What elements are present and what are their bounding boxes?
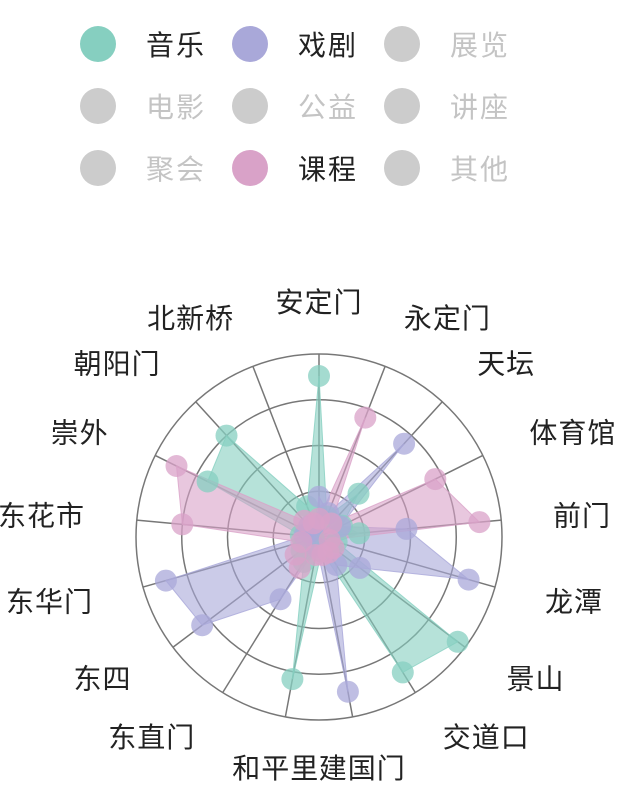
- data-point: [348, 522, 371, 545]
- data-point: [154, 569, 177, 592]
- axis-label: 景山: [507, 663, 565, 696]
- legend-label: 戏剧: [298, 29, 359, 62]
- legend-label: 讲座: [450, 91, 511, 124]
- legend-dot: [80, 88, 116, 124]
- legend-item-6[interactable]: 讲座: [384, 86, 510, 126]
- axis-label: 东四: [73, 663, 131, 696]
- axis-label: 建国门: [319, 752, 406, 785]
- legend-item-9[interactable]: 其他: [384, 148, 510, 188]
- legend-dot: [232, 150, 268, 186]
- legend-dot: [232, 26, 268, 62]
- data-point: [215, 424, 238, 447]
- data-point: [391, 661, 414, 684]
- legend-item-3[interactable]: 展览: [384, 24, 510, 64]
- data-point: [165, 455, 188, 477]
- data-point: [354, 406, 377, 429]
- axis-label: 和平里: [232, 752, 319, 785]
- data-point: [347, 482, 370, 505]
- legend-label: 展览: [450, 29, 511, 62]
- radar-chart: 安定门 永定门天坛体育馆前门龙潭景山交道口建国门和平里 东直门 东四 东华门 东花市 崇外 朝…: [0, 286, 616, 785]
- legend-label: 聚会: [146, 153, 207, 186]
- axis-label: 东花市: [0, 499, 85, 532]
- data-point: [269, 588, 292, 611]
- data-point: [457, 568, 480, 591]
- axis-label: 永定门: [404, 302, 491, 335]
- axis-label: 崇外: [51, 416, 109, 449]
- legend-dot: [80, 26, 116, 62]
- axis-label: 安定门: [275, 286, 362, 319]
- data-point: [395, 517, 418, 540]
- data-point: [290, 531, 313, 553]
- axis-label: 体育馆: [529, 416, 616, 449]
- data-point: [336, 680, 359, 703]
- data-point: [196, 470, 219, 493]
- axis-label: 北新桥: [147, 302, 234, 335]
- legend-item-1[interactable]: 音乐: [80, 24, 206, 64]
- axis-label: 东直门: [108, 721, 195, 754]
- data-point: [446, 630, 469, 653]
- data-point: [281, 668, 304, 691]
- chart-legend: 音乐 戏剧 展览电影 公益 讲座聚会 课程 其他: [0, 0, 642, 220]
- legend-dot: [384, 88, 420, 124]
- legend-label: 音乐: [146, 29, 207, 62]
- legend-dot: [384, 26, 420, 62]
- legend-dot: [232, 88, 268, 124]
- axis-label: 龙潭: [545, 585, 603, 618]
- data-point: [302, 512, 325, 535]
- legend-label: 课程: [298, 153, 359, 186]
- data-point: [424, 468, 447, 491]
- legend-item-2[interactable]: 戏剧: [232, 24, 358, 64]
- data-point: [171, 513, 194, 536]
- data-point: [348, 556, 371, 579]
- data-point: [468, 511, 491, 534]
- legend-label: 电影: [146, 91, 207, 124]
- legend-dot: [384, 150, 420, 186]
- axis-label: 天坛: [477, 347, 535, 380]
- legend-item-8[interactable]: 课程: [232, 148, 358, 188]
- legend-item-4[interactable]: 电影: [80, 86, 206, 126]
- legend-label: 公益: [298, 91, 359, 124]
- legend-item-7[interactable]: 聚会: [80, 148, 206, 188]
- axis-label: 前门: [553, 499, 611, 532]
- legend-item-5[interactable]: 公益: [232, 86, 358, 126]
- legend-label: 其他: [450, 153, 511, 186]
- data-point: [393, 432, 416, 455]
- data-point: [308, 365, 330, 387]
- legend-dot: [80, 150, 116, 186]
- axis-label: 交道口: [443, 721, 530, 754]
- axis-label: 朝阳门: [74, 347, 161, 380]
- axis-label: 东华门: [6, 585, 93, 618]
- data-point: [191, 614, 214, 637]
